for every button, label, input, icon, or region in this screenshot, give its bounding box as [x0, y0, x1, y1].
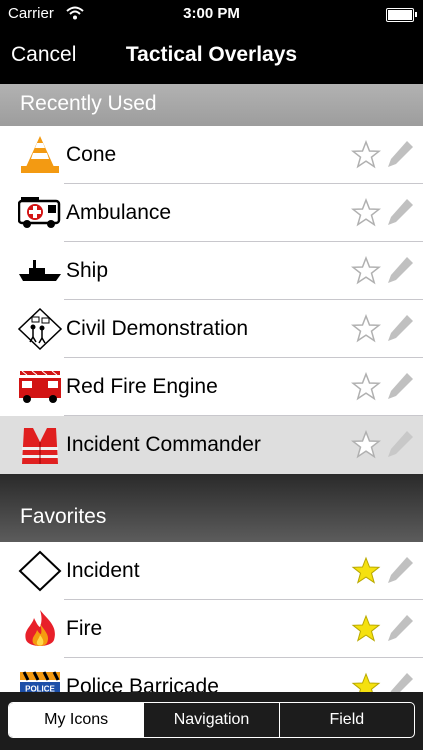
list-item-civil-demonstration[interactable]: Civil Demonstration	[0, 300, 423, 358]
civil-demonstration-icon	[17, 307, 63, 351]
ship-icon	[18, 250, 62, 292]
list-item-label: Fire	[66, 617, 103, 640]
tab-field[interactable]: Field	[278, 703, 414, 737]
pencil-icon[interactable]	[385, 138, 415, 170]
bottom-tab-bar: My Icons Navigation Field	[0, 692, 423, 750]
ambulance-icon	[17, 192, 62, 234]
list-item-label: Ambulance	[66, 201, 172, 224]
pencil-icon[interactable]	[385, 428, 415, 460]
list-item-cone[interactable]: Cone	[0, 126, 423, 184]
navigation-bar: Cancel Tactical Overlays	[0, 28, 423, 84]
pencil-icon[interactable]	[385, 370, 415, 402]
star-outline-icon[interactable]	[350, 255, 382, 286]
list-item-label: Red Fire Engine	[66, 375, 218, 398]
star-outline-icon[interactable]	[350, 197, 382, 228]
list-item-ship[interactable]: Ship	[0, 242, 423, 300]
pencil-icon[interactable]	[385, 612, 415, 644]
list-item-label: Incident	[66, 559, 140, 582]
pencil-icon[interactable]	[385, 196, 415, 228]
list-item-incident-commander[interactable]: Incident Commander	[0, 416, 423, 474]
status-time: 3:00 PM	[183, 5, 240, 22]
list-item-label: Ship	[66, 259, 109, 282]
list-item-red-fire-engine[interactable]: Red Fire Engine	[0, 358, 423, 416]
list-item-incident[interactable]: Incident	[0, 542, 423, 600]
page-title: Tactical Overlays	[125, 43, 298, 66]
list-item-label: Cone	[66, 143, 117, 166]
safety-vest-icon	[18, 424, 62, 466]
section-header-recent: Recently Used	[0, 84, 423, 126]
list-item-ambulance[interactable]: Ambulance	[0, 184, 423, 242]
tab-navigation[interactable]: Navigation	[143, 703, 278, 737]
list-item-label: Incident Commander	[66, 433, 261, 456]
fire-icon	[18, 608, 62, 650]
diamond-icon	[18, 550, 62, 592]
status-bar: Carrier 3:00 PM	[0, 0, 423, 28]
star-outline-icon[interactable]	[350, 139, 382, 170]
list-item-fire[interactable]: Fire	[0, 600, 423, 658]
star-outline-icon[interactable]	[350, 313, 382, 344]
tab-my-icons[interactable]: My Icons	[9, 703, 144, 737]
pencil-icon[interactable]	[385, 254, 415, 286]
star-outline-icon[interactable]	[350, 429, 382, 460]
star-filled-icon[interactable]	[351, 614, 381, 644]
section-header-favorites: Favorites	[0, 474, 423, 542]
pencil-icon[interactable]	[385, 554, 415, 586]
fire-engine-icon	[18, 366, 62, 408]
star-outline-icon[interactable]	[350, 371, 382, 402]
pencil-icon[interactable]	[385, 312, 415, 344]
traffic-cone-icon	[18, 134, 62, 176]
star-filled-icon[interactable]	[351, 556, 381, 586]
segmented-control: My Icons Navigation Field	[8, 702, 415, 738]
list-item-label: Civil Demonstration	[66, 317, 249, 340]
battery-icon	[386, 8, 417, 22]
